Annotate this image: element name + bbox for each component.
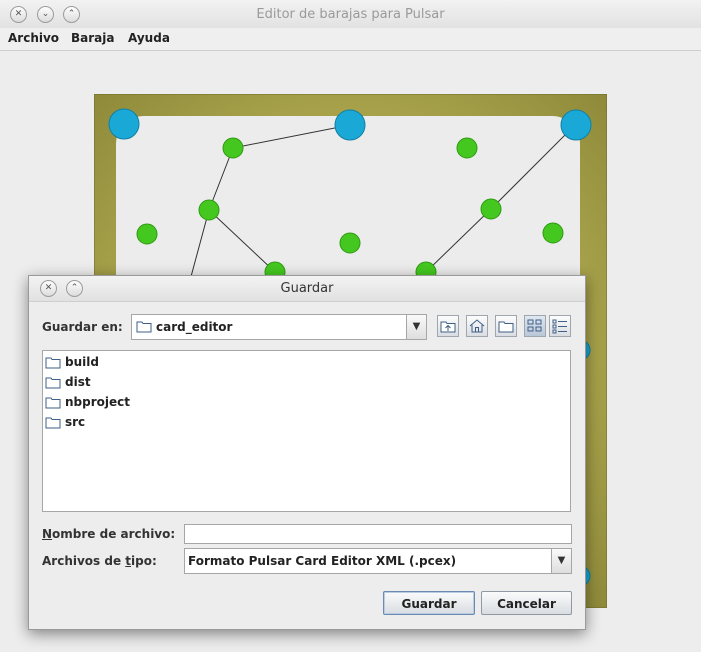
file-name: src xyxy=(65,415,86,429)
large-node[interactable] xyxy=(334,109,366,141)
folder-icon xyxy=(45,417,61,429)
home-button[interactable] xyxy=(466,315,488,337)
folder-icon xyxy=(136,321,152,333)
menu-ayuda[interactable]: Ayuda xyxy=(128,31,170,45)
new-folder-icon xyxy=(498,321,514,333)
list-item[interactable]: build xyxy=(45,354,165,372)
chevron-down-icon[interactable]: ▼ xyxy=(406,315,426,339)
small-node[interactable] xyxy=(456,137,478,159)
small-node[interactable] xyxy=(542,222,564,244)
list-view-icon xyxy=(527,319,542,332)
small-node[interactable] xyxy=(339,232,361,254)
title-bar[interactable]: ✕ ⌄ ⌃ Editor de barajas para Pulsar xyxy=(0,0,701,29)
menu-archivo[interactable]: Archivo xyxy=(8,31,59,45)
small-node[interactable] xyxy=(480,198,502,220)
save-dialog: ✕ ⌃ Guardar Guardar en: card_editor ▼ bu… xyxy=(28,275,586,630)
chevron-down-icon[interactable]: ▼ xyxy=(551,549,571,573)
dialog-title-bar[interactable]: ✕ ⌃ Guardar xyxy=(29,276,585,302)
menu-bar: Archivo Baraja Ayuda xyxy=(0,28,701,51)
filename-label-rest: ombre de archivo: xyxy=(52,527,176,541)
cancel-button[interactable]: Cancelar xyxy=(481,591,572,615)
home-icon xyxy=(469,319,485,333)
file-name: dist xyxy=(65,375,91,389)
details-view-button[interactable] xyxy=(549,315,571,337)
filename-label-mnemonic: N xyxy=(42,527,53,541)
filename-input[interactable] xyxy=(184,524,572,544)
details-view-icon xyxy=(552,319,567,334)
filetype-label-post: ipo: xyxy=(131,554,157,568)
current-folder: card_editor xyxy=(156,320,233,334)
folder-icon xyxy=(45,397,61,409)
up-folder-icon xyxy=(440,321,456,333)
large-node[interactable] xyxy=(560,109,592,141)
filetype-value: Formato Pulsar Card Editor XML (.pcex) xyxy=(188,554,457,568)
list-item[interactable]: dist xyxy=(45,374,165,392)
folder-icon xyxy=(45,377,61,389)
new-folder-button[interactable] xyxy=(495,315,517,337)
filetype-combo[interactable]: Formato Pulsar Card Editor XML (.pcex) ▼ xyxy=(184,548,572,574)
file-name: nbproject xyxy=(65,395,130,409)
filename-label: Nombre de archivo: xyxy=(42,527,175,541)
folder-icon xyxy=(45,357,61,369)
window-title: Editor de barajas para Pulsar xyxy=(256,7,445,22)
small-node[interactable] xyxy=(198,199,220,221)
small-node[interactable] xyxy=(136,223,158,245)
menu-baraja[interactable]: Baraja xyxy=(71,31,114,45)
small-node[interactable] xyxy=(222,137,244,159)
dialog-title: Guardar xyxy=(280,281,334,296)
file-list[interactable]: build dist nbproject src xyxy=(42,350,571,512)
filetype-label: Archivos de tipo: xyxy=(42,554,157,568)
list-item[interactable]: nbproject xyxy=(45,394,165,412)
file-name: build xyxy=(65,355,99,369)
list-item[interactable]: src xyxy=(45,414,165,432)
save-button[interactable]: Guardar xyxy=(383,591,475,615)
large-node[interactable] xyxy=(108,108,140,140)
up-folder-button[interactable] xyxy=(437,315,459,337)
filetype-label-pre: Archivos de xyxy=(42,554,126,568)
list-view-button[interactable] xyxy=(524,315,546,337)
save-in-label: Guardar en: xyxy=(42,320,123,334)
save-in-combo[interactable]: card_editor ▼ xyxy=(131,314,427,340)
